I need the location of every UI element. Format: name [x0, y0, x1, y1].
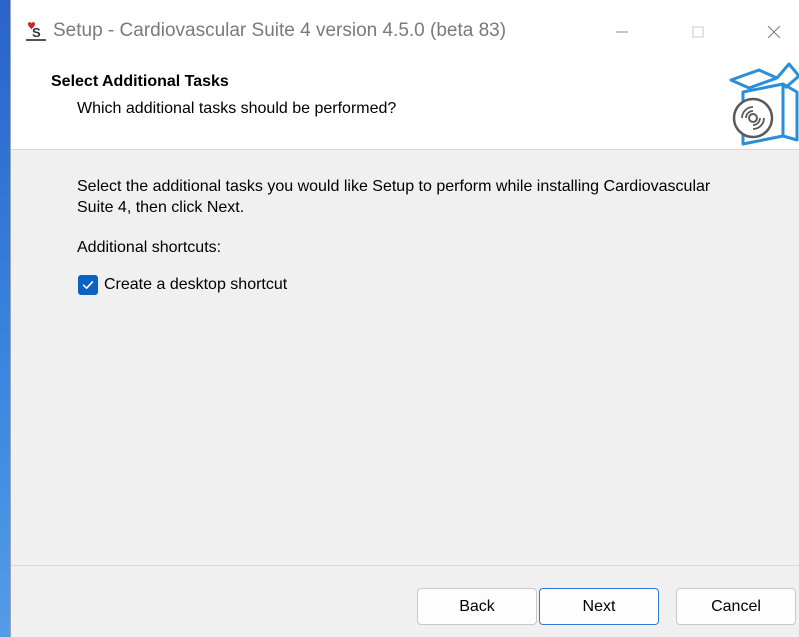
page-title: Select Additional Tasks	[51, 73, 229, 90]
wizard-header: Select Additional Tasks Which additional…	[11, 62, 799, 150]
description-text: Select the additional tasks you would li…	[77, 178, 711, 216]
shortcuts-group-label: Additional shortcuts:	[77, 239, 222, 256]
setup-window: S Setup - Cardiovascular Suite 4 version…	[10, 0, 799, 637]
installer-box-icon	[729, 62, 799, 146]
desktop-shortcut-label: Create a desktop shortcut	[104, 276, 288, 293]
app-logo-icon: S	[25, 20, 47, 42]
minimize-button[interactable]	[599, 12, 645, 52]
footer-divider	[11, 565, 799, 566]
close-button[interactable]	[751, 12, 797, 52]
svg-text:S: S	[32, 25, 41, 40]
maximize-button[interactable]	[675, 12, 721, 52]
page-subtitle: Which additional tasks should be perform…	[77, 100, 397, 117]
cancel-button[interactable]: Cancel	[676, 588, 796, 625]
close-icon	[767, 25, 781, 39]
minimize-icon	[616, 31, 628, 33]
desktop-shortcut-option[interactable]: Create a desktop shortcut	[78, 275, 287, 295]
checkmark-icon	[82, 281, 94, 289]
window-title: Setup - Cardiovascular Suite 4 version 4…	[53, 20, 507, 41]
title-bar[interactable]: S Setup - Cardiovascular Suite 4 version…	[11, 0, 799, 62]
back-button[interactable]: Back	[417, 588, 537, 625]
next-button[interactable]: Next	[539, 588, 659, 625]
maximize-icon	[692, 26, 704, 38]
desktop-shortcut-checkbox[interactable]	[78, 275, 98, 295]
